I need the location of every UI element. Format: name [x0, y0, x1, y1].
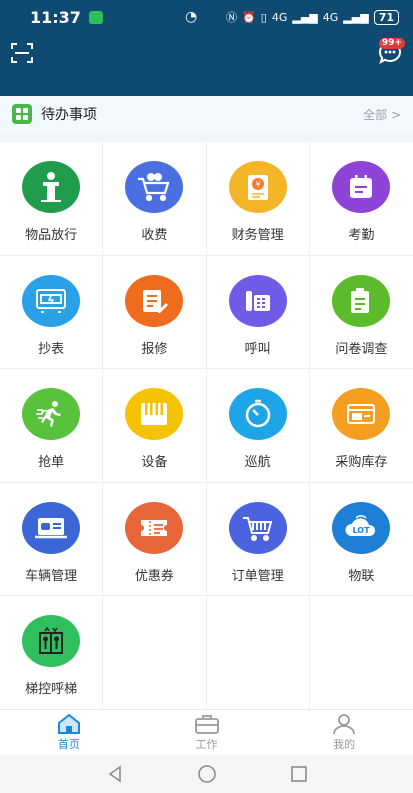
status-bar: 11:37 ◔ Ⓝ ⏰ ▯ 4G ▂▄▆ 4G ▂▄▆ 71	[0, 0, 413, 34]
recents-icon[interactable]	[288, 763, 310, 785]
app-label: 考勤	[348, 228, 375, 243]
app-label: 抢单	[38, 455, 65, 470]
purchase-icon	[332, 388, 391, 440]
todo-view-all-link[interactable]: 全部 >	[363, 106, 401, 123]
scan-icon[interactable]	[10, 42, 34, 64]
app-label: 车辆管理	[25, 568, 78, 584]
app-label: 呼叫	[244, 341, 271, 357]
app-vehicle[interactable]: 车辆管理	[0, 482, 104, 596]
timer-icon	[228, 388, 287, 440]
tab-home[interactable]: 首页	[0, 710, 138, 755]
app-goods-release[interactable]: 物品放行	[0, 142, 104, 256]
todo-list-icon	[12, 104, 32, 124]
app-meter[interactable]: 抄表	[0, 255, 104, 369]
app-survey[interactable]: 问卷调查	[309, 256, 413, 369]
briefcase-icon	[194, 715, 219, 734]
phone-icon	[228, 274, 287, 327]
app-repair[interactable]: 报修	[103, 255, 207, 369]
app-order[interactable]: 订单管理	[206, 482, 310, 596]
system-nav-bar	[0, 755, 413, 793]
vehicle-icon	[22, 501, 81, 554]
app-patrol[interactable]: 巡航	[206, 369, 310, 483]
goods-release-icon	[22, 161, 81, 213]
app-attendance[interactable]: 考勤	[309, 142, 413, 256]
nfc-icon: Ⓝ	[226, 11, 238, 24]
message-badge: 99+	[378, 38, 405, 49]
app-label: 巡航	[244, 455, 271, 470]
app-label: 抄表	[38, 341, 65, 357]
network-label-2: 4G	[322, 10, 339, 24]
home-circle-icon[interactable]	[196, 763, 218, 785]
app-finance[interactable]: ¥ 财务管理	[206, 142, 310, 256]
home-icon	[57, 713, 80, 734]
finance-icon: ¥	[228, 161, 287, 213]
app-elevator[interactable]: 梯控呼梯	[0, 596, 104, 710]
app-label: 订单管理	[231, 568, 284, 584]
app-iot[interactable]: LOT 物联	[309, 483, 413, 596]
order-cart-icon	[228, 501, 287, 554]
app-header: 99+	[0, 34, 413, 96]
app-label: 物品放行	[25, 228, 78, 243]
svg-text:LOT: LOT	[353, 526, 371, 535]
app-label: 问卷调查	[335, 341, 388, 357]
app-label: 财务管理	[231, 228, 284, 243]
app-grid: 物品放行 收费 ¥ 财务管理 考勤 抄表 报修 呼叫 问卷调查 抢单 设备 巡航…	[0, 142, 413, 710]
app-grab-order[interactable]: 抢单	[0, 369, 104, 483]
app-label: 报修	[141, 341, 168, 357]
vibrate-icon: ▯	[260, 10, 267, 24]
todo-title: 待办事项	[41, 107, 97, 123]
alarm-icon: ⏰	[242, 10, 256, 24]
tab-work[interactable]: 工作	[138, 710, 276, 755]
status-time: 11:37	[30, 7, 81, 27]
app-label: 优惠券	[134, 568, 174, 584]
app-label: 物联	[348, 568, 375, 584]
coupon-icon	[125, 501, 184, 554]
elevator-icon	[22, 615, 81, 667]
tab-label: 工作	[195, 738, 218, 751]
repair-icon	[125, 274, 184, 327]
app-equipment[interactable]: 设备	[103, 369, 207, 483]
runner-icon	[22, 388, 81, 440]
battery-indicator: 71	[373, 9, 399, 25]
speed-icon: ◔	[184, 9, 198, 25]
network-label: 4G	[271, 10, 288, 24]
tab-label: 我的	[333, 738, 356, 751]
app-label: 收费	[141, 228, 168, 243]
survey-icon	[332, 274, 391, 327]
todo-bar[interactable]: 待办事项 全部 >	[0, 96, 413, 132]
bottom-tab-bar: 首页 工作 我的	[0, 709, 413, 755]
app-fee[interactable]: 收费	[103, 142, 207, 256]
back-icon[interactable]	[104, 763, 126, 785]
app-label: 采购库存	[335, 455, 388, 470]
app-label: 梯控呼梯	[25, 682, 78, 697]
cart-icon	[125, 161, 184, 213]
empty-cell	[206, 596, 310, 710]
meter-icon	[22, 274, 81, 327]
wechat-notification-icon	[88, 10, 103, 24]
app-coupon[interactable]: 优惠券	[103, 482, 207, 596]
status-indicators: Ⓝ ⏰ ▯ 4G ▂▄▆ 4G ▂▄▆ 71	[226, 9, 399, 25]
signal-icon: ▂▄▆	[292, 10, 318, 24]
equipment-icon	[125, 388, 184, 440]
tab-label: 首页	[57, 738, 80, 751]
svg-text:¥: ¥	[255, 180, 260, 189]
tab-mine[interactable]: 我的	[275, 710, 413, 755]
app-call[interactable]: 呼叫	[206, 255, 310, 369]
iot-cloud-icon: LOT	[332, 501, 391, 554]
user-icon	[333, 714, 356, 735]
app-purchase-stock[interactable]: 采购库存	[309, 369, 413, 483]
empty-cell	[309, 596, 413, 710]
app-label: 设备	[141, 455, 168, 470]
empty-cell	[103, 596, 207, 710]
signal-icon-2: ▂▄▆	[343, 10, 369, 24]
calendar-icon	[332, 161, 391, 213]
